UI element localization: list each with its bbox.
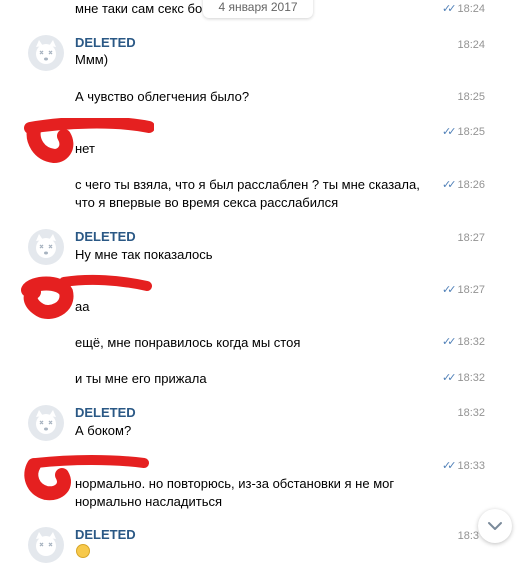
sender-name[interactable]: DELETED — [75, 405, 136, 421]
double-check-icon: ✓✓ — [442, 284, 457, 296]
message-text: мне таки сам секс бо — [75, 1, 203, 16]
message-text: А чувство облегчения было? — [75, 89, 250, 104]
chevron-down-icon — [488, 522, 502, 530]
message-time: 18:25 — [457, 91, 485, 103]
message-text: нормально. но повторюсь, из-за обстановк… — [75, 476, 395, 491]
avatar[interactable] — [28, 229, 64, 265]
deleted-dog-avatar-icon — [36, 234, 56, 258]
avatar[interactable] — [28, 35, 64, 71]
emoji-icon — [76, 544, 90, 558]
message-text: А боком? — [75, 423, 132, 438]
avatar[interactable] — [28, 405, 64, 441]
message-time: 18:25 — [457, 126, 485, 138]
deleted-dog-avatar-icon — [36, 410, 56, 434]
double-check-icon: ✓✓ — [442, 336, 457, 348]
message-time: 18:3 — [457, 530, 479, 542]
message-text: аа — [75, 299, 90, 314]
message-time: 18:32 — [457, 407, 485, 419]
message-time: 18:24 — [457, 3, 485, 15]
message-text-line2: что я впервые во время секса расслабился — [75, 195, 339, 210]
double-check-icon: ✓✓ — [442, 3, 457, 15]
message-text: ещё, мне понравилось когда мы стоя — [75, 335, 301, 350]
message-time: 18:26 — [457, 179, 485, 191]
message-text: Ну мне так показалось — [75, 247, 213, 262]
avatar[interactable] — [28, 527, 64, 563]
double-check-icon: ✓✓ — [442, 126, 457, 138]
sender-name[interactable]: DELETED — [75, 35, 136, 51]
double-check-icon: ✓✓ — [442, 179, 457, 191]
message-text: нет — [75, 141, 95, 156]
message-text-line2: нормально насладиться — [75, 494, 223, 509]
double-check-icon: ✓✓ — [442, 460, 457, 472]
message-time: 18:24 — [457, 39, 485, 51]
sender-name[interactable]: DELETED — [75, 527, 136, 543]
message-time: 18:27 — [457, 284, 485, 296]
deleted-dog-avatar-icon — [36, 532, 56, 556]
sender-name[interactable]: DELETED — [75, 229, 136, 245]
message-text: и ты мне его прижала — [75, 371, 207, 386]
message-time: 18:32 — [457, 372, 485, 384]
double-check-icon: ✓✓ — [442, 372, 457, 384]
scroll-down-button[interactable] — [478, 509, 512, 543]
date-separator: 4 января 2017 — [203, 0, 313, 18]
message-time: 18:33 — [457, 460, 485, 472]
deleted-dog-avatar-icon — [36, 40, 56, 64]
message-time: 18:32 — [457, 336, 485, 348]
message-text: с чего ты взяла, что я был расслаблен ? … — [75, 177, 420, 192]
message-time: 18:27 — [457, 232, 485, 244]
message-text: Ммм) — [75, 52, 109, 67]
